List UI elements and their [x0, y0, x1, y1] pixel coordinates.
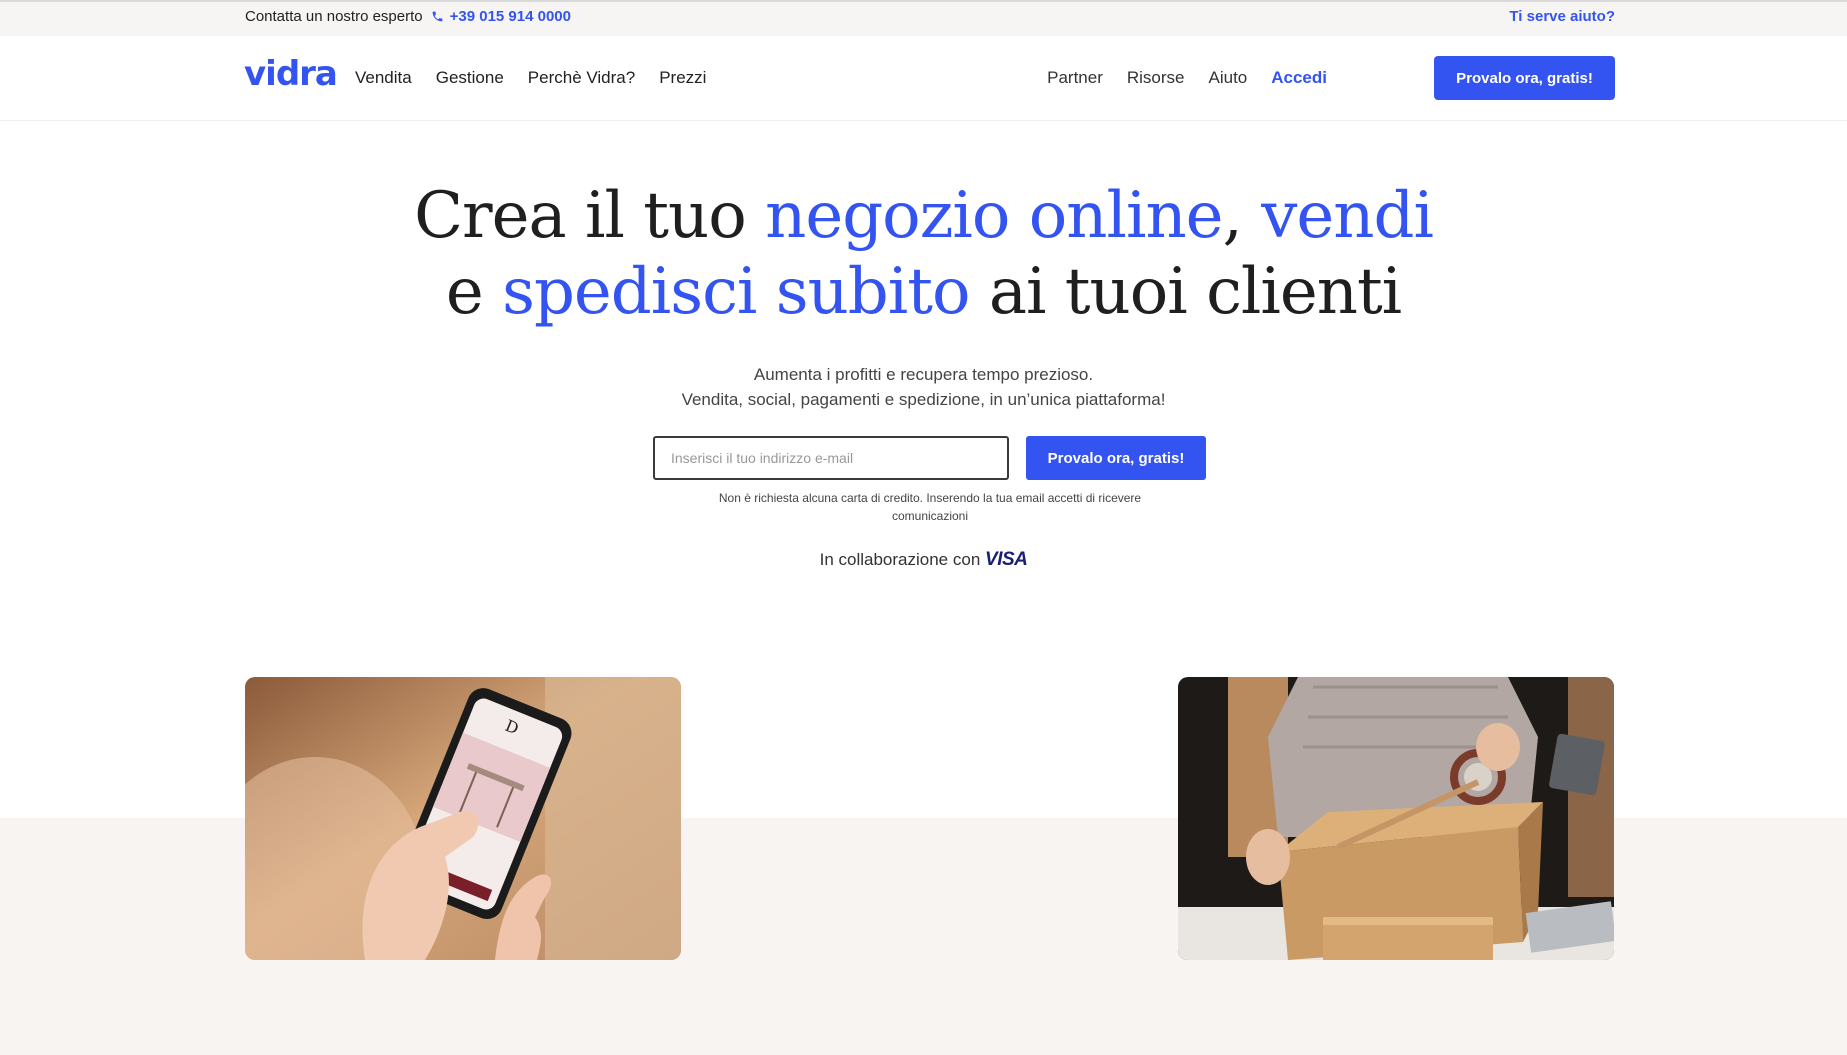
partnership-note: In collaborazione con VISA: [0, 549, 1847, 571]
help-link[interactable]: Ti serve aiuto?: [1509, 8, 1615, 25]
hero-highlight: vendi: [1261, 179, 1434, 253]
packing-box-photo: [1178, 677, 1614, 960]
signup-disclaimer: Non è richiesta alcuna carta di credito.…: [718, 491, 1142, 523]
nav-risorse[interactable]: Risorse: [1127, 68, 1185, 88]
nav-gestione[interactable]: Gestione: [436, 68, 504, 88]
nav-perche-vidra[interactable]: Perchè Vidra?: [528, 68, 635, 88]
contact-info: Contatta un nostro esperto +39 015 914 0…: [245, 8, 571, 25]
login-link[interactable]: Accedi: [1271, 68, 1327, 88]
hero-text: Crea il tuo: [414, 179, 766, 253]
phone-shopping-photo: D: [245, 677, 681, 960]
email-input[interactable]: Inserisci il tuo indirizzo e-mail: [653, 436, 1009, 480]
hero-title: Crea il tuo negozio online, vendi e sped…: [0, 178, 1847, 330]
main-navbar: vidra Vendita Gestione Perchè Vidra? Pre…: [0, 36, 1847, 121]
hero-highlight: negozio online: [765, 179, 1223, 253]
nav-partner[interactable]: Partner: [1047, 68, 1103, 88]
phone-number: +39 015 914 0000: [449, 8, 571, 25]
vidra-logo[interactable]: vidra: [244, 54, 338, 94]
hero-highlight: spedisci subito: [502, 255, 970, 329]
nav-aiuto[interactable]: Aiuto: [1209, 68, 1248, 88]
collab-label: In collaborazione con: [819, 550, 981, 569]
hero-text: e: [445, 255, 503, 329]
primary-nav: Vendita Gestione Perchè Vidra? Prezzi: [355, 68, 706, 88]
top-bar: Contatta un nostro esperto +39 015 914 0…: [0, 0, 1847, 36]
subtitle-line1: Aumenta i profitti e recupera tempo prez…: [753, 365, 1094, 384]
hero-text: ,: [1222, 179, 1262, 253]
nav-vendita[interactable]: Vendita: [355, 68, 412, 88]
signup-trial-button[interactable]: Provalo ora, gratis!: [1026, 436, 1206, 480]
phone-link[interactable]: +39 015 914 0000: [431, 8, 571, 25]
hero-title-line1: Crea il tuo negozio online, vendi: [0, 178, 1847, 254]
nav-trial-button[interactable]: Provalo ora, gratis!: [1434, 56, 1615, 100]
secondary-nav: Partner Risorse Aiuto Accedi: [1047, 68, 1327, 88]
contact-label: Contatta un nostro esperto: [245, 8, 423, 25]
nav-prezzi[interactable]: Prezzi: [659, 68, 706, 88]
visa-logo: VISA: [985, 549, 1028, 570]
email-placeholder: Inserisci il tuo indirizzo e-mail: [671, 450, 854, 466]
subtitle-line2: Vendita, social, pagamenti e spedizione,…: [681, 390, 1166, 409]
hero-title-line2: e spedisci subito ai tuoi clienti: [0, 254, 1847, 330]
hero-text: ai tuoi clienti: [969, 255, 1402, 329]
hero-subtitle: Aumenta i profitti e recupera tempo prez…: [0, 362, 1847, 412]
phone-icon: [432, 11, 442, 22]
